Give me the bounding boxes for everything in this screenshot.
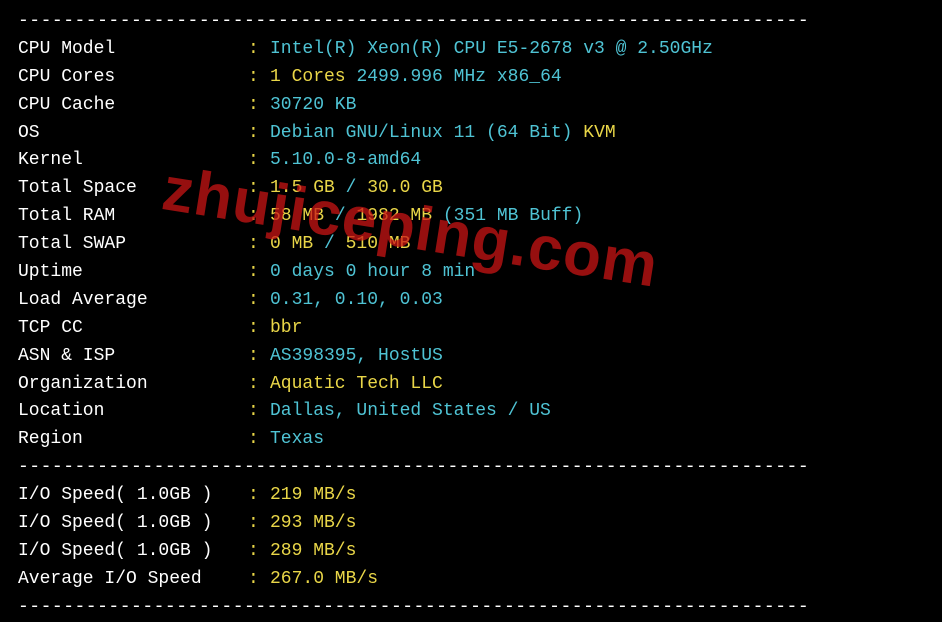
row-tcp-cc: TCP CC:bbr [18, 315, 924, 343]
row-total-ram: Total RAM:58 MB / 1982 MB (351 MB Buff) [18, 203, 924, 231]
value-os-virt: KVM [583, 123, 615, 143]
row-asn-isp: ASN & ISP:AS398395, HostUS [18, 343, 924, 371]
label-uptime: Uptime [18, 259, 248, 287]
colon: : [248, 175, 270, 203]
value-cpu-cores-freq: 2499.996 MHz [356, 67, 486, 87]
value-ram-used: 58 MB [270, 206, 324, 226]
label-kernel: Kernel [18, 147, 248, 175]
row-total-space: Total Space:1.5 GB / 30.0 GB [18, 175, 924, 203]
value-kernel: 5.10.0-8-amd64 [270, 150, 421, 170]
value-io-1: 219 MB/s [270, 485, 356, 505]
label-total-space: Total Space [18, 175, 248, 203]
value-load-average: 0.31, 0.10, 0.03 [270, 290, 443, 310]
label-cpu-model: CPU Model [18, 36, 248, 64]
value-region: Texas [270, 429, 324, 449]
slash: / [324, 206, 356, 226]
row-location: Location:Dallas, United States / US [18, 398, 924, 426]
value-cpu-cores-arch: x86_64 [497, 67, 562, 87]
row-cpu-model: CPU Model:Intel(R) Xeon(R) CPU E5-2678 v… [18, 36, 924, 64]
colon: : [248, 566, 270, 594]
label-tcp-cc: TCP CC [18, 315, 248, 343]
colon: : [248, 398, 270, 426]
colon: : [248, 92, 270, 120]
value-cpu-cache: 30720 KB [270, 95, 356, 115]
value-os: Debian GNU/Linux 11 (64 Bit) [270, 123, 572, 143]
divider-bottom: ----------------------------------------… [18, 594, 924, 622]
label-cpu-cores: CPU Cores [18, 64, 248, 92]
label-io-2: I/O Speed( 1.0GB ) [18, 510, 248, 538]
value-io-3: 289 MB/s [270, 541, 356, 561]
label-os: OS [18, 120, 248, 148]
colon: : [248, 371, 270, 399]
slash: / [335, 178, 367, 198]
value-swap-total: 510 MB [346, 234, 411, 254]
colon: : [248, 426, 270, 454]
colon: : [248, 538, 270, 566]
value-io-average: 267.0 MB/s [270, 569, 378, 589]
label-organization: Organization [18, 371, 248, 399]
value-location: Dallas, United States / US [270, 401, 551, 421]
value-ram-buff: (351 MB Buff) [443, 206, 583, 226]
value-asn-isp: AS398395, HostUS [270, 346, 443, 366]
row-io-2: I/O Speed( 1.0GB ):293 MB/s [18, 510, 924, 538]
divider-top: ----------------------------------------… [18, 8, 924, 36]
label-io-1: I/O Speed( 1.0GB ) [18, 482, 248, 510]
row-total-swap: Total SWAP:0 MB / 510 MB [18, 231, 924, 259]
row-io-average: Average I/O Speed:267.0 MB/s [18, 566, 924, 594]
colon: : [248, 343, 270, 371]
value-ram-total: 1982 MB [356, 206, 432, 226]
row-kernel: Kernel:5.10.0-8-amd64 [18, 147, 924, 175]
colon: : [248, 147, 270, 175]
row-cpu-cache: CPU Cache:30720 KB [18, 92, 924, 120]
divider-mid: ----------------------------------------… [18, 454, 924, 482]
row-io-3: I/O Speed( 1.0GB ):289 MB/s [18, 538, 924, 566]
label-total-swap: Total SWAP [18, 231, 248, 259]
value-io-2: 293 MB/s [270, 513, 356, 533]
colon: : [248, 482, 270, 510]
row-cpu-cores: CPU Cores:1 Cores 2499.996 MHz x86_64 [18, 64, 924, 92]
label-cpu-cache: CPU Cache [18, 92, 248, 120]
colon: : [248, 259, 270, 287]
row-load-average: Load Average:0.31, 0.10, 0.03 [18, 287, 924, 315]
row-uptime: Uptime:0 days 0 hour 8 min [18, 259, 924, 287]
value-space-used: 1.5 GB [270, 178, 335, 198]
row-io-1: I/O Speed( 1.0GB ):219 MB/s [18, 482, 924, 510]
value-space-total: 30.0 GB [367, 178, 443, 198]
label-region: Region [18, 426, 248, 454]
colon: : [248, 287, 270, 315]
value-swap-used: 0 MB [270, 234, 313, 254]
colon: : [248, 231, 270, 259]
value-organization: Aquatic Tech LLC [270, 374, 443, 394]
value-cpu-model: Intel(R) Xeon(R) CPU E5-2678 v3 @ 2.50GH… [270, 39, 713, 59]
label-asn-isp: ASN & ISP [18, 343, 248, 371]
slash: / [313, 234, 345, 254]
colon: : [248, 120, 270, 148]
value-tcp-cc: bbr [270, 318, 302, 338]
label-load-average: Load Average [18, 287, 248, 315]
label-io-average: Average I/O Speed [18, 566, 248, 594]
row-organization: Organization:Aquatic Tech LLC [18, 371, 924, 399]
label-total-ram: Total RAM [18, 203, 248, 231]
row-region: Region:Texas [18, 426, 924, 454]
colon: : [248, 203, 270, 231]
colon: : [248, 36, 270, 64]
value-cpu-cores-num: 1 Cores [270, 67, 346, 87]
colon: : [248, 510, 270, 538]
label-io-3: I/O Speed( 1.0GB ) [18, 538, 248, 566]
value-uptime: 0 days 0 hour 8 min [270, 262, 475, 282]
label-location: Location [18, 398, 248, 426]
colon: : [248, 64, 270, 92]
row-os: OS:Debian GNU/Linux 11 (64 Bit) KVM [18, 120, 924, 148]
colon: : [248, 315, 270, 343]
